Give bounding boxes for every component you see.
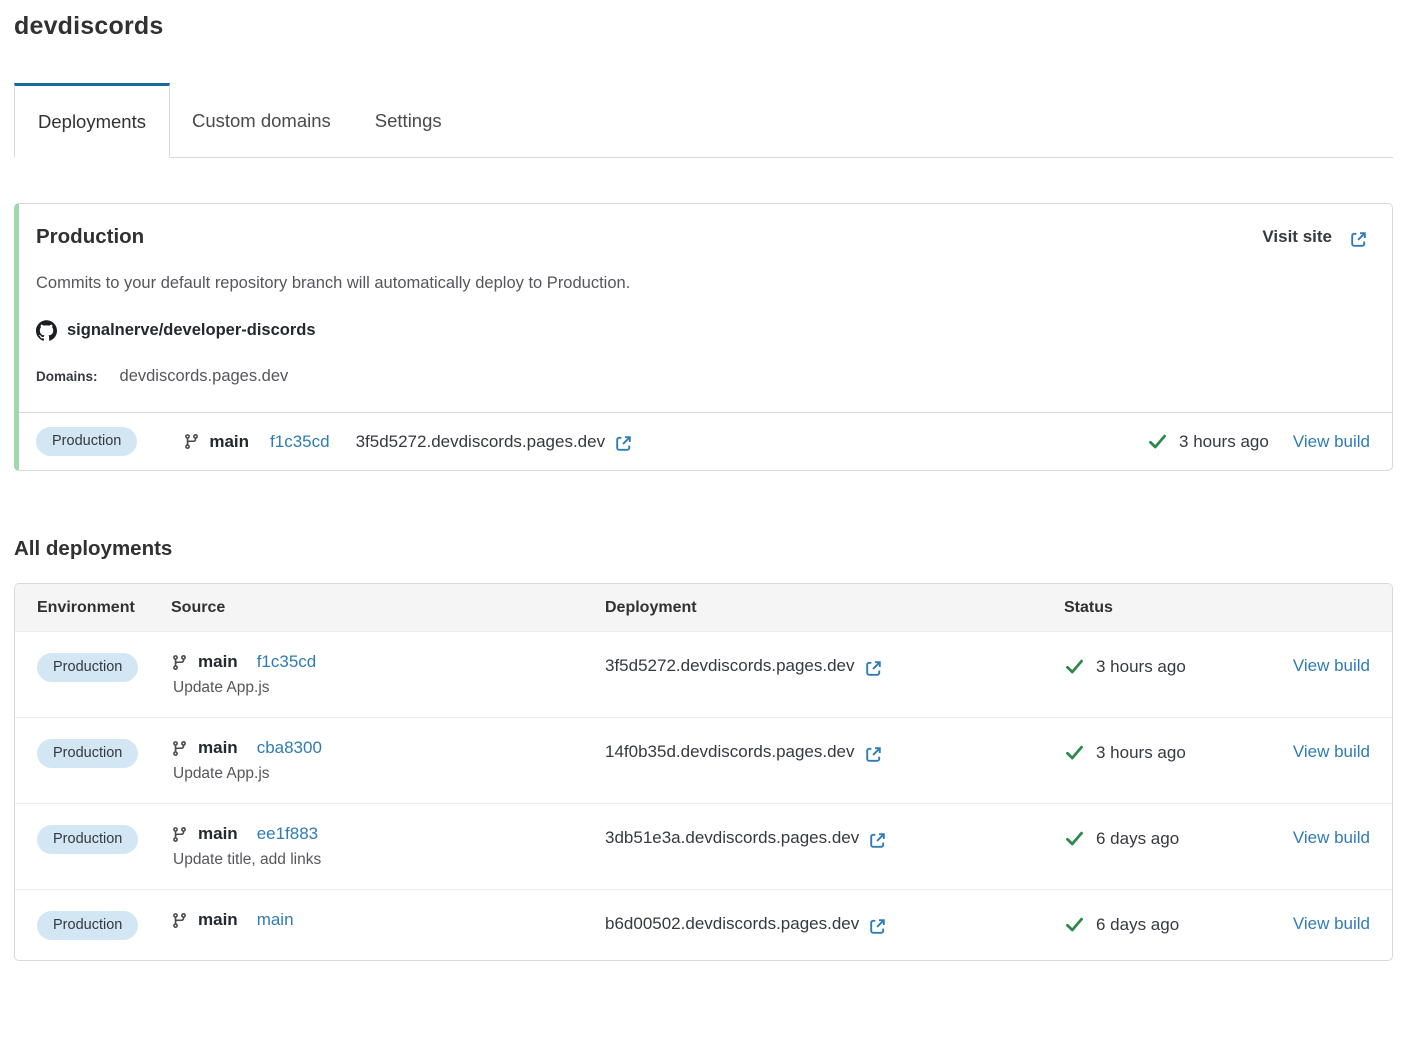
check-icon — [1064, 914, 1085, 935]
production-description: Commits to your default repository branc… — [36, 274, 1368, 293]
git-branch-icon — [183, 433, 200, 450]
commit-message: Update App.js — [173, 765, 605, 783]
deploy-time: 3 hours ago — [1096, 657, 1186, 677]
git-branch-icon — [171, 740, 188, 757]
deployment-url[interactable]: 3db51e3a.devdiscords.pages.dev — [605, 828, 859, 848]
table-row: Production main cba8300 Update App.js 14… — [15, 717, 1392, 803]
deploy-time: 3 hours ago — [1096, 743, 1186, 763]
external-link-icon — [1349, 230, 1368, 249]
table-header-row: Environment Source Deployment Status — [15, 584, 1392, 631]
repository-link[interactable]: signalnerve/developer-discords — [36, 320, 1368, 341]
external-link-icon[interactable] — [614, 434, 633, 453]
tab-settings[interactable]: Settings — [353, 83, 464, 158]
git-branch-icon — [171, 654, 188, 671]
deploy-time: 3 hours ago — [1179, 432, 1269, 452]
commit-message: Update title, add links — [173, 851, 605, 869]
pages-project-page: devdiscords Deployments Custom domains S… — [0, 0, 1413, 988]
environment-badge: Production — [36, 427, 137, 456]
deployments-table: Environment Source Deployment Status Pro… — [14, 583, 1393, 961]
external-link-icon[interactable] — [868, 831, 887, 850]
commit-link[interactable]: ee1f883 — [257, 824, 318, 844]
commit-link[interactable]: f1c35cd — [257, 652, 317, 672]
domains-row: Domains: devdiscords.pages.dev — [36, 367, 1368, 386]
production-card-title: Production — [36, 225, 144, 249]
environment-badge: Production — [37, 825, 138, 854]
visit-site-link[interactable]: Visit site — [1262, 227, 1368, 247]
tab-custom-domains[interactable]: Custom domains — [170, 83, 353, 158]
view-build-link[interactable]: View build — [1293, 828, 1370, 847]
production-deployment-row: Production main f1c35cd 3f5d5272.devdisc… — [19, 412, 1392, 470]
environment-badge: Production — [37, 653, 138, 682]
deployment-url[interactable]: 3f5d5272.devdiscords.pages.dev — [356, 432, 606, 452]
visit-site-label: Visit site — [1262, 227, 1332, 247]
branch-name: main — [209, 432, 249, 452]
external-link-icon[interactable] — [864, 745, 883, 764]
check-icon — [1147, 431, 1168, 452]
check-icon — [1064, 656, 1085, 677]
domains-value: devdiscords.pages.dev — [120, 367, 289, 386]
external-link-icon[interactable] — [864, 659, 883, 678]
deployment-url[interactable]: 14f0b35d.devdiscords.pages.dev — [605, 742, 855, 762]
repository-name: signalnerve/developer-discords — [67, 321, 316, 340]
column-header-environment: Environment — [37, 599, 171, 617]
page-title: devdiscords — [14, 12, 1393, 41]
github-icon — [36, 320, 57, 341]
deployment-url[interactable]: b6d00502.devdiscords.pages.dev — [605, 914, 859, 934]
table-row: Production main f1c35cd Update App.js 3f… — [15, 631, 1392, 717]
deploy-time: 6 days ago — [1096, 915, 1179, 935]
tab-deployments[interactable]: Deployments — [14, 83, 170, 158]
tab-bar: Deployments Custom domains Settings — [14, 83, 1393, 158]
view-build-link[interactable]: View build — [1293, 914, 1370, 933]
deployment-url[interactable]: 3f5d5272.devdiscords.pages.dev — [605, 656, 855, 676]
branch-name: main — [198, 910, 238, 930]
check-icon — [1064, 742, 1085, 763]
external-link-icon[interactable] — [868, 917, 887, 936]
view-build-link[interactable]: View build — [1293, 432, 1370, 452]
column-header-deployment: Deployment — [605, 599, 1064, 617]
branch-name: main — [198, 652, 238, 672]
view-build-link[interactable]: View build — [1293, 656, 1370, 675]
commit-link[interactable]: f1c35cd — [270, 432, 330, 452]
commit-message: Update App.js — [173, 679, 605, 697]
table-row: Production main main b6d00502.devdiscord… — [15, 889, 1392, 960]
check-icon — [1064, 828, 1085, 849]
all-deployments-title: All deployments — [14, 537, 1393, 561]
table-row: Production main ee1f883 Update title, ad… — [15, 803, 1392, 889]
branch-name: main — [198, 824, 238, 844]
commit-link[interactable]: main — [257, 910, 294, 930]
commit-link[interactable]: cba8300 — [257, 738, 322, 758]
domains-label: Domains: — [36, 369, 98, 384]
environment-badge: Production — [37, 739, 138, 768]
branch-name: main — [198, 738, 238, 758]
column-header-source: Source — [171, 599, 605, 617]
view-build-link[interactable]: View build — [1293, 742, 1370, 761]
environment-badge: Production — [37, 911, 138, 940]
column-header-status: Status — [1064, 599, 1279, 617]
deploy-time: 6 days ago — [1096, 829, 1179, 849]
production-card: Production Visit site Commits to your de… — [14, 203, 1393, 471]
git-branch-icon — [171, 912, 188, 929]
git-branch-icon — [171, 826, 188, 843]
table-body: Production main f1c35cd Update App.js 3f… — [15, 631, 1392, 960]
